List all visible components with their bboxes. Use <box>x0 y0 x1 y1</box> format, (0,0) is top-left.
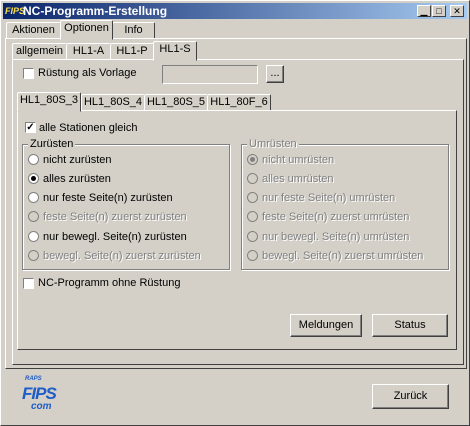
radio-nicht-zuruesten[interactable] <box>28 154 39 165</box>
vorlage-field[interactable] <box>162 65 258 84</box>
label-nur-feste-zuruesten: nur feste Seite(n) zurüsten <box>43 192 173 204</box>
meldungen-button[interactable]: Meldungen <box>290 314 362 337</box>
zurueck-button[interactable]: Zurück <box>372 384 449 409</box>
tab-aktionen[interactable]: Aktionen <box>6 22 61 39</box>
app-icon: FIPS <box>5 6 26 16</box>
tab-info[interactable]: Info <box>112 22 155 39</box>
radio-bewegl-zuerst-zuruesten <box>28 250 39 261</box>
radio-alles-umruesten <box>247 173 258 184</box>
close-button[interactable]: ✕ <box>450 5 464 17</box>
tab-optionen[interactable]: Optionen <box>60 20 113 40</box>
nc-ohne-ruestung-checkbox[interactable] <box>23 278 34 289</box>
label-nicht-umruesten: nicht umrüsten <box>262 154 335 166</box>
label-bewegl-zuerst-zuruesten: bewegl. Seite(n) zuerst zurüsten <box>43 250 201 262</box>
radio-alles-zuruesten[interactable] <box>28 173 39 184</box>
window-title: NC-Programm-Erstellung <box>23 4 168 18</box>
label-alles-umruesten: alles umrüsten <box>262 173 334 185</box>
label-nur-bewegl-zuruesten: nur bewegl. Seite(n) zurüsten <box>43 231 187 243</box>
radio-nur-bewegl-zuruesten[interactable] <box>28 231 39 242</box>
radio-bewegl-zuerst-umruesten <box>247 250 258 261</box>
label-nicht-zuruesten: nicht zurüsten <box>43 154 112 166</box>
tab-allgemein[interactable]: allgemein <box>12 43 67 60</box>
ruestung-vorlage-label: Rüstung als Vorlage <box>38 67 137 79</box>
status-button[interactable]: Status <box>372 314 448 337</box>
zuruesten-title: Zurüsten <box>28 138 76 150</box>
nc-ohne-ruestung-label: NC-Programm ohne Rüstung <box>38 277 181 289</box>
label-nur-feste-umruesten: nur feste Seite(n) umrüsten <box>262 192 396 204</box>
radio-nur-bewegl-umruesten <box>247 231 258 242</box>
minimize-button[interactable]: ▁ <box>417 5 431 17</box>
tab-hl1-80s-5[interactable]: HL1_80S_5 <box>144 94 208 111</box>
tab-hl1-80f-6[interactable]: HL1_80F_6 <box>207 94 271 111</box>
tab-hl1-80s-3[interactable]: HL1_80S_3 <box>17 92 81 112</box>
browse-button[interactable]: ... <box>266 65 284 83</box>
alle-stationen-label: alle Stationen gleich <box>39 122 138 134</box>
radio-nicht-umruesten <box>247 154 258 165</box>
main-window: FIPS NC-Programm-Erstellung ▁ □ ✕ Aktion… <box>0 0 470 426</box>
label-alles-zuruesten: alles zurüsten <box>43 173 111 185</box>
alle-stationen-checkbox[interactable]: ✓ <box>25 122 36 133</box>
label-bewegl-zuerst-umruesten: bewegl. Seite(n) zuerst umrüsten <box>262 250 424 262</box>
label-feste-zuerst-zuruesten: feste Seite(n) zuerst zurüsten <box>43 211 187 223</box>
maximize-button[interactable]: □ <box>432 5 446 17</box>
radio-nur-feste-umruesten <box>247 192 258 203</box>
label-nur-bewegl-umruesten: nur bewegl. Seite(n) umrüsten <box>262 231 410 243</box>
tab-hl1-80s-4[interactable]: HL1_80S_4 <box>81 94 145 111</box>
radio-nur-feste-zuruesten[interactable] <box>28 192 39 203</box>
tab-hl1-a[interactable]: HL1-A <box>66 43 111 60</box>
umruesten-title: Umrüsten <box>247 138 299 150</box>
radio-feste-zuerst-umruesten <box>247 211 258 222</box>
ruestung-vorlage-checkbox[interactable] <box>23 68 34 79</box>
radio-feste-zuerst-zuruesten <box>28 211 39 222</box>
tab-hl1-p[interactable]: HL1-P <box>110 43 154 60</box>
tab-hl1-s[interactable]: HL1-S <box>153 41 197 61</box>
title-bar[interactable]: FIPS NC-Programm-Erstellung ▁ □ ✕ <box>3 3 467 19</box>
label-feste-zuerst-umruesten: feste Seite(n) zuerst umrüsten <box>262 211 410 223</box>
